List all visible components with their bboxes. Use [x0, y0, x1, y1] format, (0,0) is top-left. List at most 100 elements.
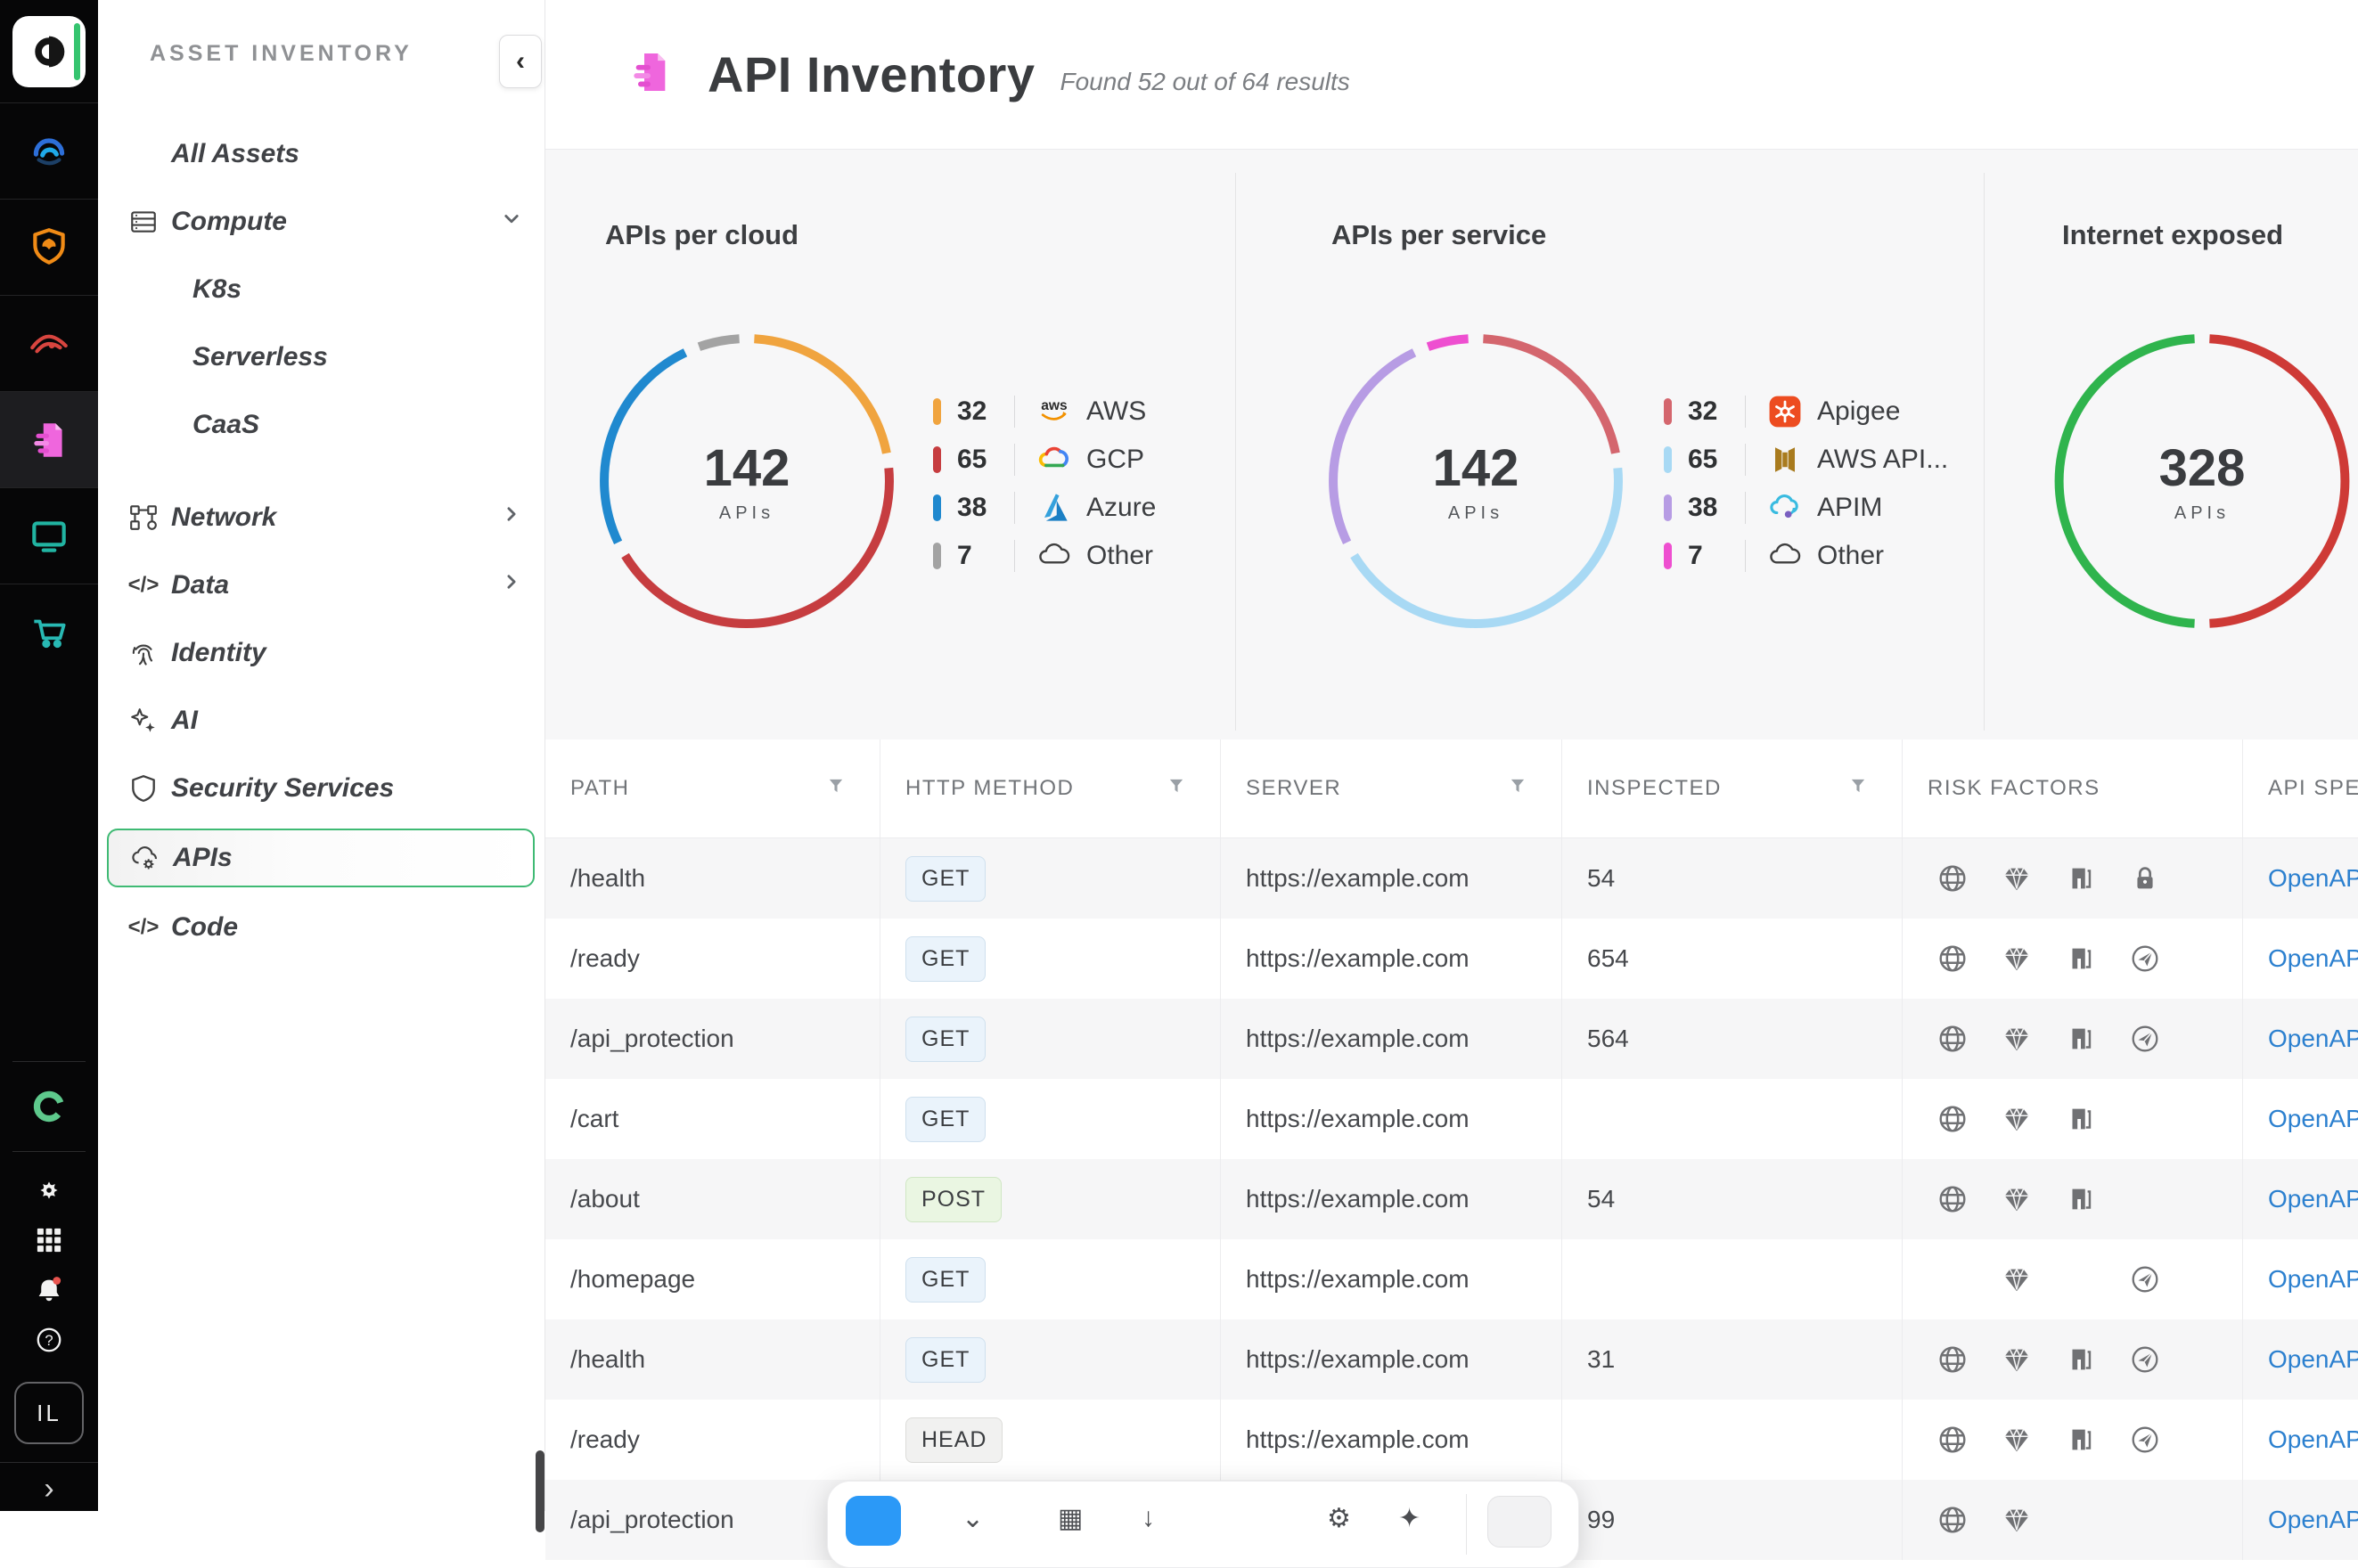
sidebar-item-serverless[interactable]: Serverless: [98, 323, 544, 391]
column-header-server[interactable]: SERVER: [1221, 739, 1562, 837]
rail-item-logo[interactable]: [0, 0, 98, 102]
gem-icon: [1985, 919, 2049, 999]
table-row[interactable]: /healthGEThttps://example.com31OpenAPI: [545, 1319, 2358, 1400]
globe-icon: [1920, 1159, 1985, 1239]
cell-path: /ready: [545, 919, 880, 999]
table-row[interactable]: /readyGEThttps://example.com654OpenAPI: [545, 919, 2358, 999]
arrow-down-icon[interactable]: ↓: [1142, 1503, 1155, 1533]
cell-api-spec: OpenAPI: [2243, 1480, 2358, 1560]
filter-icon[interactable]: [1167, 776, 1186, 802]
building-icon: [2049, 1319, 2113, 1400]
legend-swatch: [1664, 446, 1672, 473]
column-header-inspected[interactable]: INSPECTED: [1562, 739, 1903, 837]
filter-icon[interactable]: [1508, 776, 1527, 802]
openapi-link[interactable]: OpenAPI: [2268, 1345, 2358, 1374]
table-row[interactable]: /api_protectionGEThttps://example.com564…: [545, 999, 2358, 1079]
rail-item-monitor[interactable]: [0, 487, 98, 584]
chevron-down-icon[interactable]: ⌄: [962, 1503, 984, 1534]
legend-swatch: [1664, 494, 1672, 521]
rail-item-cart[interactable]: [0, 584, 98, 680]
aws-icon: aws: [1035, 392, 1074, 431]
column-header-http-method[interactable]: HTTP METHOD: [880, 739, 1221, 837]
table-row[interactable]: /healthGEThttps://example.com54OpenAPI: [545, 838, 2358, 919]
openapi-link[interactable]: OpenAPI: [2268, 1105, 2358, 1133]
column-header-risk-factors[interactable]: RISK FACTORS: [1903, 739, 2243, 837]
avatar[interactable]: IL: [14, 1382, 84, 1444]
help-icon[interactable]: ?: [30, 1321, 68, 1359]
expand-rail-chevron-icon[interactable]: ›: [0, 1462, 98, 1504]
rail-item-radar[interactable]: [0, 102, 98, 199]
sparkles-icon[interactable]: ✦: [1398, 1503, 1421, 1534]
legend-swatch: [1664, 398, 1672, 425]
cell-path: /about: [545, 1159, 880, 1239]
openapi-link[interactable]: OpenAPI: [2268, 1265, 2358, 1294]
legend-value: 65: [957, 445, 1014, 475]
sidebar-item-all-assets[interactable]: All Assets: [98, 120, 544, 188]
chevron-right-icon[interactable]: [498, 568, 525, 602]
sidebar-collapse-button[interactable]: ‹: [499, 35, 542, 88]
table-row[interactable]: /cartGEThttps://example.comOpenAPI: [545, 1079, 2358, 1159]
ring-icon[interactable]: [27, 1062, 71, 1151]
sidebar-item-identity[interactable]: Identity: [98, 619, 544, 687]
filter-icon[interactable]: [1848, 776, 1868, 802]
cell-server: https://example.com: [1221, 1159, 1562, 1239]
legend-value: 38: [957, 493, 1014, 523]
sidebar-item-compute[interactable]: Compute: [98, 188, 544, 256]
legend-label: Other: [1817, 541, 1884, 571]
scrollbar-thumb[interactable]: [536, 1450, 544, 1532]
chart-legend: 32awsAWS65GCP38Azure7Other: [933, 388, 1156, 580]
openapi-link[interactable]: OpenAPI: [2268, 944, 2358, 973]
method-badge: GET: [905, 1257, 986, 1303]
globe-icon: [1920, 1079, 1985, 1159]
cell-api-spec: OpenAPI: [2243, 1400, 2358, 1480]
sidebar-item-caas[interactable]: CaaS: [98, 391, 544, 459]
sidebar-item-security-services[interactable]: Security Services: [98, 755, 544, 822]
api-table: PATHHTTP METHODSERVERINSPECTEDRISK FACTO…: [545, 739, 2358, 1560]
legend-value: 38: [1688, 493, 1745, 523]
cell-server: https://example.com: [1221, 1400, 1562, 1480]
secondary-action-button[interactable]: [1487, 1496, 1552, 1548]
sidebar-item-k8s[interactable]: K8s: [98, 256, 544, 323]
chevron-right-icon[interactable]: [498, 501, 525, 535]
gear-icon[interactable]: ⚙: [1327, 1503, 1351, 1534]
openapi-link[interactable]: OpenAPI: [2268, 1425, 2358, 1454]
cloud-icon: [1035, 536, 1074, 576]
sidebar-item-network[interactable]: Network: [98, 484, 544, 551]
table-row[interactable]: /aboutPOSThttps://example.com54OpenAPI: [545, 1159, 2358, 1239]
column-header-path[interactable]: PATH: [545, 739, 880, 837]
eye-icon: [27, 322, 71, 366]
donut-segment-apigee: [1483, 339, 1616, 453]
chevron-down-icon[interactable]: [498, 205, 525, 239]
apigee-icon: [1765, 392, 1805, 431]
primary-action-button[interactable]: [846, 1496, 901, 1546]
chart-legend: 32Apigee65AWS API...38APIM7Other: [1664, 388, 1948, 580]
bell-icon[interactable]: [30, 1271, 68, 1309]
openapi-link[interactable]: OpenAPI: [2268, 1506, 2358, 1534]
sidebar-item-label: Compute: [171, 207, 287, 237]
building-icon: [2049, 1159, 2113, 1239]
openapi-link[interactable]: OpenAPI: [2268, 1025, 2358, 1053]
rail-item-shield[interactable]: [0, 199, 98, 295]
openapi-link[interactable]: OpenAPI: [2268, 1185, 2358, 1213]
gear-icon[interactable]: [30, 1172, 68, 1209]
azure-icon: [1035, 488, 1074, 527]
column-header-api-spec[interactable]: API SPEC: [2243, 739, 2358, 837]
globe-icon: [1920, 1400, 1985, 1480]
toolbar-divider: [1466, 1494, 1467, 1555]
globe-icon: [1920, 1480, 1985, 1560]
rail-item-eye[interactable]: [0, 295, 98, 391]
rail-item-api-doc[interactable]: [0, 391, 98, 487]
grid-icon[interactable]: [30, 1221, 68, 1259]
sidebar-item-ai[interactable]: AI: [98, 687, 544, 755]
filter-icon[interactable]: [826, 776, 846, 802]
sidebar-item-apis[interactable]: APIs: [107, 829, 535, 887]
cell-api-spec: OpenAPI: [2243, 1239, 2358, 1319]
method-badge: POST: [905, 1177, 1002, 1222]
empty-risk-slot: [2113, 1480, 2177, 1560]
sidebar-item-data[interactable]: </>Data: [98, 551, 544, 619]
sidebar-item-code[interactable]: </>Code: [98, 894, 544, 961]
table-row[interactable]: /homepageGEThttps://example.comOpenAPI: [545, 1239, 2358, 1319]
table-row[interactable]: /readyHEADhttps://example.comOpenAPI: [545, 1400, 2358, 1480]
openapi-link[interactable]: OpenAPI: [2268, 864, 2358, 893]
grid-icon[interactable]: ▦: [1058, 1503, 1083, 1534]
